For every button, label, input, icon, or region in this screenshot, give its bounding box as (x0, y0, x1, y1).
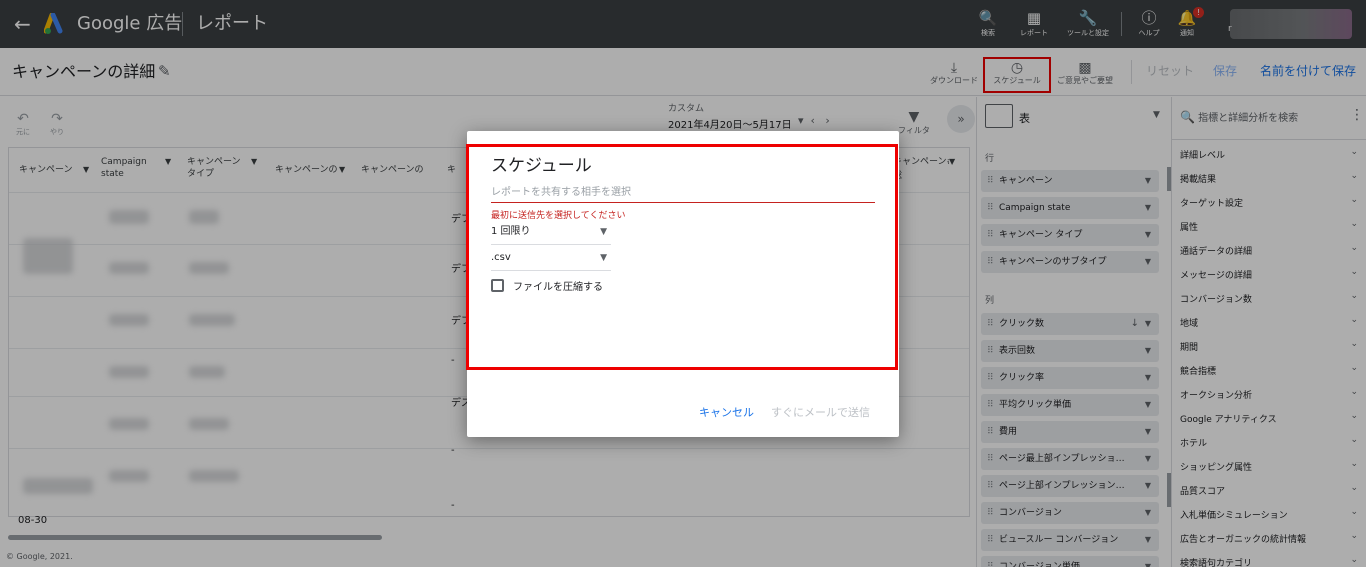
cancel-button[interactable]: キャンセル (699, 404, 754, 420)
schedule-dialog: スケジュール 最初に送信先を選択してください 1 回限り ▼ .csv ▼ ファ… (466, 131, 899, 437)
send-now-button[interactable]: すぐにメールで送信 (771, 404, 870, 420)
dialog-highlight-box (466, 144, 898, 370)
